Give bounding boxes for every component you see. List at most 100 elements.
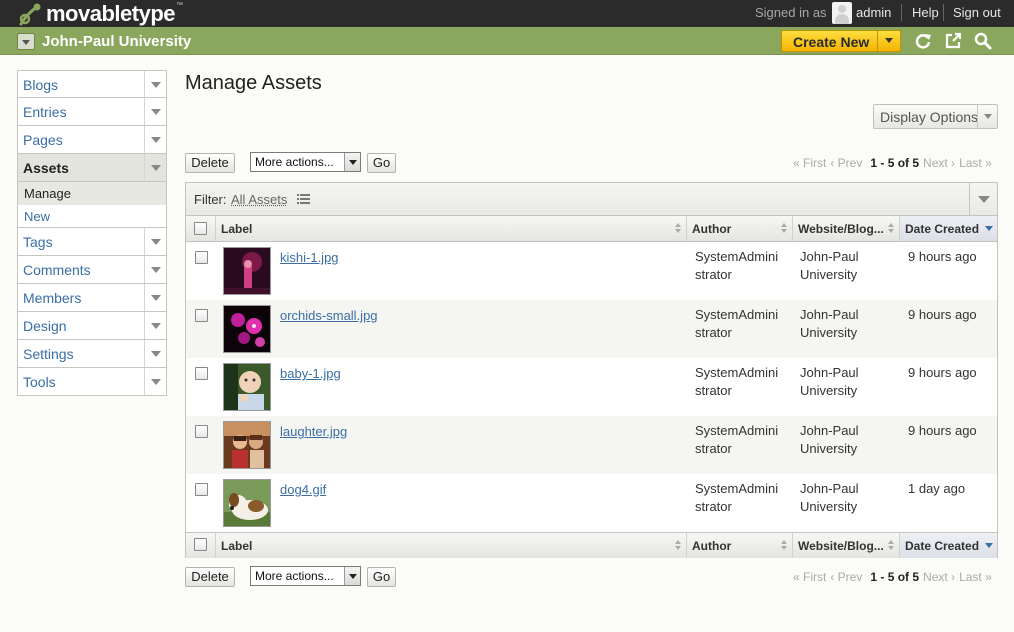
filter-bar: Filter: All Assets <box>186 183 997 216</box>
website-cell: John-Paul University <box>800 480 859 516</box>
column-date-created[interactable]: Date Created <box>900 533 997 558</box>
chevron-down-icon[interactable] <box>144 340 166 367</box>
column-author[interactable]: Author <box>687 533 793 558</box>
delete-button[interactable]: Delete <box>185 153 235 173</box>
row-checkbox[interactable] <box>195 309 208 322</box>
external-link-icon[interactable] <box>944 32 962 50</box>
website-cell: John-Paul University <box>800 248 859 284</box>
website-line: John-Paul <box>800 423 859 438</box>
display-options-button[interactable]: Display Options <box>873 104 998 129</box>
author-line: strator <box>695 267 732 282</box>
chevron-down-icon[interactable] <box>344 153 360 171</box>
sidebar-item-label: Settings <box>23 346 74 362</box>
asset-file-link[interactable]: laughter.jpg <box>280 424 347 439</box>
asset-file-link[interactable]: kishi-1.jpg <box>280 250 339 265</box>
sidebar-item-entries[interactable]: Entries <box>17 98 167 126</box>
date-cell: 1 day ago <box>908 481 966 496</box>
asset-thumbnail[interactable] <box>223 305 271 353</box>
website-line: John-Paul <box>800 307 859 322</box>
sidebar-item-label: Blogs <box>23 77 59 93</box>
sidebar-item-label: Assets <box>23 160 69 176</box>
asset-file-link[interactable]: orchids-small.jpg <box>280 308 378 323</box>
more-actions-select[interactable]: More actions... <box>250 152 361 172</box>
table-row: baby-1.jpg SystemAdmini strator John-Paul… <box>186 358 997 416</box>
asset-thumbnail[interactable] <box>223 479 271 527</box>
table-header: Label Author Website/Blog... Date Create… <box>186 216 997 242</box>
row-checkbox[interactable] <box>195 367 208 380</box>
row-checkbox[interactable] <box>195 251 208 264</box>
chevron-down-icon[interactable] <box>144 154 166 181</box>
asset-thumbnail[interactable] <box>223 247 271 295</box>
table-row: laughter.jpg SystemAdmini strator John-Pa… <box>186 416 997 474</box>
asset-file-link[interactable]: baby-1.jpg <box>280 366 341 381</box>
avatar[interactable] <box>832 2 852 24</box>
sidebar-item-tools[interactable]: Tools <box>17 368 167 396</box>
website-line: University <box>800 441 858 456</box>
asset-file-link[interactable]: dog4.gif <box>280 482 326 497</box>
movabletype-leaf-icon <box>19 3 41 25</box>
create-new-button[interactable]: Create New <box>781 30 901 52</box>
column-website[interactable]: Website/Blog... <box>793 216 900 241</box>
author-line: strator <box>695 441 732 456</box>
column-label-text: Label <box>221 222 253 236</box>
chevron-down-icon[interactable] <box>977 105 997 128</box>
filter-value-link[interactable]: All Assets <box>231 192 287 207</box>
sign-out-link[interactable]: Sign out <box>953 5 1001 20</box>
asset-thumbnail[interactable] <box>223 363 271 411</box>
sidebar-subitem-new[interactable]: New <box>17 205 167 228</box>
search-icon[interactable] <box>974 32 992 50</box>
chevron-down-icon[interactable] <box>144 228 166 255</box>
author-line: strator <box>695 325 732 340</box>
sidebar-item-tags[interactable]: Tags <box>17 228 167 256</box>
row-checkbox[interactable] <box>195 483 208 496</box>
author-line: SystemAdmini <box>695 481 779 496</box>
chevron-down-icon[interactable] <box>144 368 166 395</box>
help-link[interactable]: Help <box>912 5 939 20</box>
list-icon[interactable] <box>297 194 310 204</box>
chevron-down-icon[interactable] <box>144 126 166 153</box>
author-line: SystemAdmini <box>695 423 779 438</box>
website-line: John-Paul <box>800 249 859 264</box>
author-cell: SystemAdmini strator <box>695 364 778 400</box>
site-name[interactable]: John-Paul University <box>42 33 191 50</box>
sidebar-item-design[interactable]: Design <box>17 312 167 340</box>
sort-icon <box>675 223 682 234</box>
sidebar-subitem-label: New <box>24 209 51 224</box>
column-website[interactable]: Website/Blog... <box>793 533 900 558</box>
column-date-created[interactable]: Date Created <box>900 216 997 241</box>
go-button[interactable]: Go <box>367 153 396 173</box>
sidebar-item-comments[interactable]: Comments <box>17 256 167 284</box>
chevron-down-icon[interactable] <box>144 98 166 125</box>
chevron-down-icon[interactable] <box>144 71 166 98</box>
sidebar-item-blogs[interactable]: Blogs <box>17 70 167 98</box>
sidebar-item-pages[interactable]: Pages <box>17 126 167 154</box>
select-all-checkbox[interactable] <box>194 538 207 551</box>
chevron-down-icon[interactable] <box>144 284 166 311</box>
column-author-text: Author <box>692 222 732 236</box>
movabletype-logo[interactable]: movabletype ™ <box>18 0 183 27</box>
sidebar-nav: Blogs Entries Pages Assets Manage New Ta… <box>17 70 167 396</box>
column-label[interactable]: Label <box>216 216 687 241</box>
select-all-checkbox[interactable] <box>194 222 207 235</box>
chevron-down-icon[interactable] <box>344 567 360 585</box>
more-actions-select[interactable]: More actions... <box>250 566 361 586</box>
column-author[interactable]: Author <box>687 216 793 241</box>
chevron-down-icon[interactable] <box>877 31 900 51</box>
delete-button[interactable]: Delete <box>185 567 235 587</box>
more-actions-value: More actions... <box>255 155 334 169</box>
refresh-icon[interactable] <box>914 32 932 50</box>
row-checkbox[interactable] <box>195 425 208 438</box>
chevron-down-icon[interactable] <box>144 312 166 339</box>
sort-icon <box>675 540 682 551</box>
sidebar-item-assets[interactable]: Assets <box>17 154 167 182</box>
chevron-down-icon[interactable] <box>144 256 166 283</box>
asset-thumbnail[interactable] <box>223 421 271 469</box>
user-link[interactable]: admin <box>856 5 891 20</box>
column-label[interactable]: Label <box>216 533 687 558</box>
sidebar-item-members[interactable]: Members <box>17 284 167 312</box>
scope-selector-button[interactable] <box>17 33 35 50</box>
filter-toggle-button[interactable] <box>969 183 997 215</box>
sidebar-item-settings[interactable]: Settings <box>17 340 167 368</box>
go-button[interactable]: Go <box>367 567 396 587</box>
sidebar-subitem-manage[interactable]: Manage <box>17 182 167 205</box>
